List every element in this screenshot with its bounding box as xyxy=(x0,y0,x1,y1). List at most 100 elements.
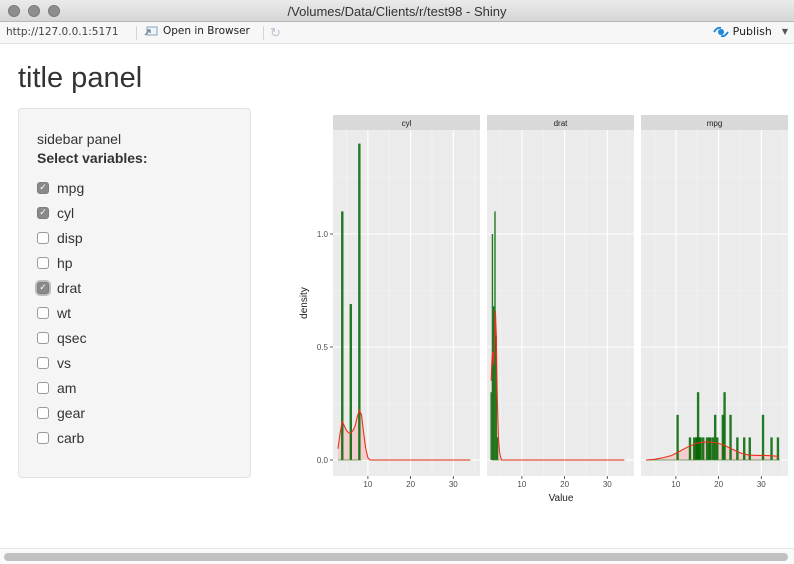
histogram-bar xyxy=(699,437,702,460)
checkbox-label: disp xyxy=(57,229,83,246)
checkmark-icon: ✓ xyxy=(39,182,47,192)
histogram-bar xyxy=(736,437,739,460)
open-in-browser-label: Open in Browser xyxy=(163,25,250,37)
x-tick-label: 30 xyxy=(449,480,458,489)
chevron-down-icon[interactable]: ▼ xyxy=(782,27,788,36)
x-axis-label: Value xyxy=(549,493,574,504)
checkbox-mpg[interactable]: ✓ xyxy=(37,181,49,194)
checkbox-label: drat xyxy=(57,279,82,296)
checkbox-item-disp[interactable]: disp xyxy=(37,225,87,250)
checkbox-label: hp xyxy=(57,254,73,271)
x-tick-label: 20 xyxy=(714,480,723,489)
histogram-bar xyxy=(713,414,717,460)
horizontal-scrollbar[interactable] xyxy=(0,548,794,564)
checkbox-item-gear[interactable]: gear xyxy=(37,400,87,425)
histogram-bar xyxy=(711,437,715,460)
window-titlebar: /Volumes/Data/Clients/r/test98 - Shiny xyxy=(0,0,794,22)
publish-button[interactable]: Publish ▼ xyxy=(712,25,788,38)
histogram-bar xyxy=(496,437,499,460)
checkbox-am[interactable] xyxy=(37,381,49,394)
scrollbar-thumb[interactable] xyxy=(4,553,788,561)
checkbox-label: wt xyxy=(57,304,71,321)
checkbox-item-vs[interactable]: vs xyxy=(37,350,87,375)
histogram-bar xyxy=(709,437,712,460)
facet-strip-label: mpg xyxy=(707,119,723,128)
checkbox-item-drat[interactable]: ✓ drat xyxy=(37,275,87,300)
open-in-browser-button[interactable]: Open in Browser xyxy=(144,25,250,37)
checkbox-label: gear xyxy=(57,404,86,421)
facet-strip-label: cyl xyxy=(402,119,412,128)
checkbox-qsec[interactable] xyxy=(37,331,49,344)
checkbox-label: vs xyxy=(57,354,71,371)
toolbar-divider xyxy=(136,26,137,40)
x-tick-label: 10 xyxy=(671,480,680,489)
histogram-bar xyxy=(770,437,773,460)
x-tick-label: 10 xyxy=(363,480,372,489)
facet-strip-label: drat xyxy=(554,119,569,128)
publish-icon xyxy=(712,26,729,37)
checkbox-carb[interactable] xyxy=(37,431,49,444)
histogram-bar xyxy=(491,234,494,460)
page-title: title panel xyxy=(18,62,143,94)
checkmark-icon: ✓ xyxy=(39,282,47,292)
checkmark-icon: ✓ xyxy=(39,207,47,217)
faceted-density-chart: density 0.0 0.5 1.0 cyl 10 20 30 drat 10 20 30 mpg 10… xyxy=(299,115,788,504)
checkbox-item-wt[interactable]: wt xyxy=(37,300,87,325)
checkbox-item-hp[interactable]: hp xyxy=(37,250,87,275)
histogram-bar xyxy=(490,392,492,460)
checkbox-cyl[interactable]: ✓ xyxy=(37,206,49,219)
panel-background xyxy=(487,130,634,476)
variable-checkbox-group: ✓ mpg ✓ cyl disp hp ✓ drat wt qsec vs am gear carb xyxy=(37,175,87,450)
histogram-bar xyxy=(716,437,719,460)
select-variables-heading: Select variables: xyxy=(37,150,148,166)
checkbox-item-qsec[interactable]: qsec xyxy=(37,325,87,350)
url-text[interactable]: http://127.0.0.1:5171 xyxy=(6,26,119,38)
x-tick-label: 20 xyxy=(406,480,415,489)
checkbox-disp[interactable] xyxy=(37,231,49,244)
checkbox-item-cyl[interactable]: ✓ cyl xyxy=(37,200,87,225)
histogram-bar xyxy=(493,306,495,460)
histogram-bar xyxy=(743,437,746,460)
open-browser-icon xyxy=(144,26,158,36)
histogram-bar xyxy=(761,414,765,460)
facet-panel-drat: drat 10 20 30 xyxy=(487,115,634,489)
facet-panel-mpg: mpg 10 20 30 xyxy=(641,115,788,489)
y-axis-label: density xyxy=(299,287,310,319)
publish-label: Publish xyxy=(732,25,772,38)
histogram-bar xyxy=(705,437,709,460)
checkbox-vs[interactable] xyxy=(37,356,49,369)
x-tick-label: 30 xyxy=(603,480,612,489)
checkbox-label: carb xyxy=(57,429,85,446)
x-tick-label: 30 xyxy=(757,480,766,489)
checkbox-wt[interactable] xyxy=(37,306,49,319)
sidebar-label: sidebar panel xyxy=(37,131,122,147)
sidebar-panel: sidebar panel Select variables: ✓ mpg ✓ cyl… xyxy=(18,108,251,478)
refresh-icon[interactable]: ↻ xyxy=(270,25,281,41)
histogram-bar xyxy=(688,437,692,460)
checkbox-label: mpg xyxy=(57,179,85,196)
histogram-bar xyxy=(349,304,353,460)
y-tick-label: 0.5 xyxy=(317,343,329,352)
histogram-bar xyxy=(729,414,732,460)
checkbox-item-carb[interactable]: carb xyxy=(37,425,87,450)
checkbox-item-mpg[interactable]: ✓ mpg xyxy=(37,175,87,200)
x-tick-label: 20 xyxy=(560,480,569,489)
histogram-bar xyxy=(748,437,751,460)
y-tick-label: 1.0 xyxy=(317,230,329,239)
checkbox-item-am[interactable]: am xyxy=(37,375,87,400)
checkbox-gear[interactable] xyxy=(37,406,49,419)
facet-panel-cyl: cyl 10 20 30 xyxy=(333,115,480,489)
viewer-toolbar: http://127.0.0.1:5171 Open in Browser ↻ … xyxy=(0,22,794,44)
y-tick-label: 0.0 xyxy=(317,456,329,465)
checkbox-hp[interactable] xyxy=(37,256,49,269)
checkbox-label: cyl xyxy=(57,204,75,221)
checkbox-drat[interactable]: ✓ xyxy=(37,281,49,294)
toolbar-divider xyxy=(263,26,264,40)
checkbox-label: qsec xyxy=(57,329,87,346)
x-tick-label: 10 xyxy=(517,480,526,489)
checkbox-label: am xyxy=(57,379,77,396)
histogram-bar xyxy=(723,392,726,460)
window-title: /Volumes/Data/Clients/r/test98 - Shiny xyxy=(287,4,507,19)
histogram-bar xyxy=(702,437,705,460)
plot-output: density 0.0 0.5 1.0 cyl 10 20 30 drat 10 20 30 mpg 10… xyxy=(290,105,794,505)
